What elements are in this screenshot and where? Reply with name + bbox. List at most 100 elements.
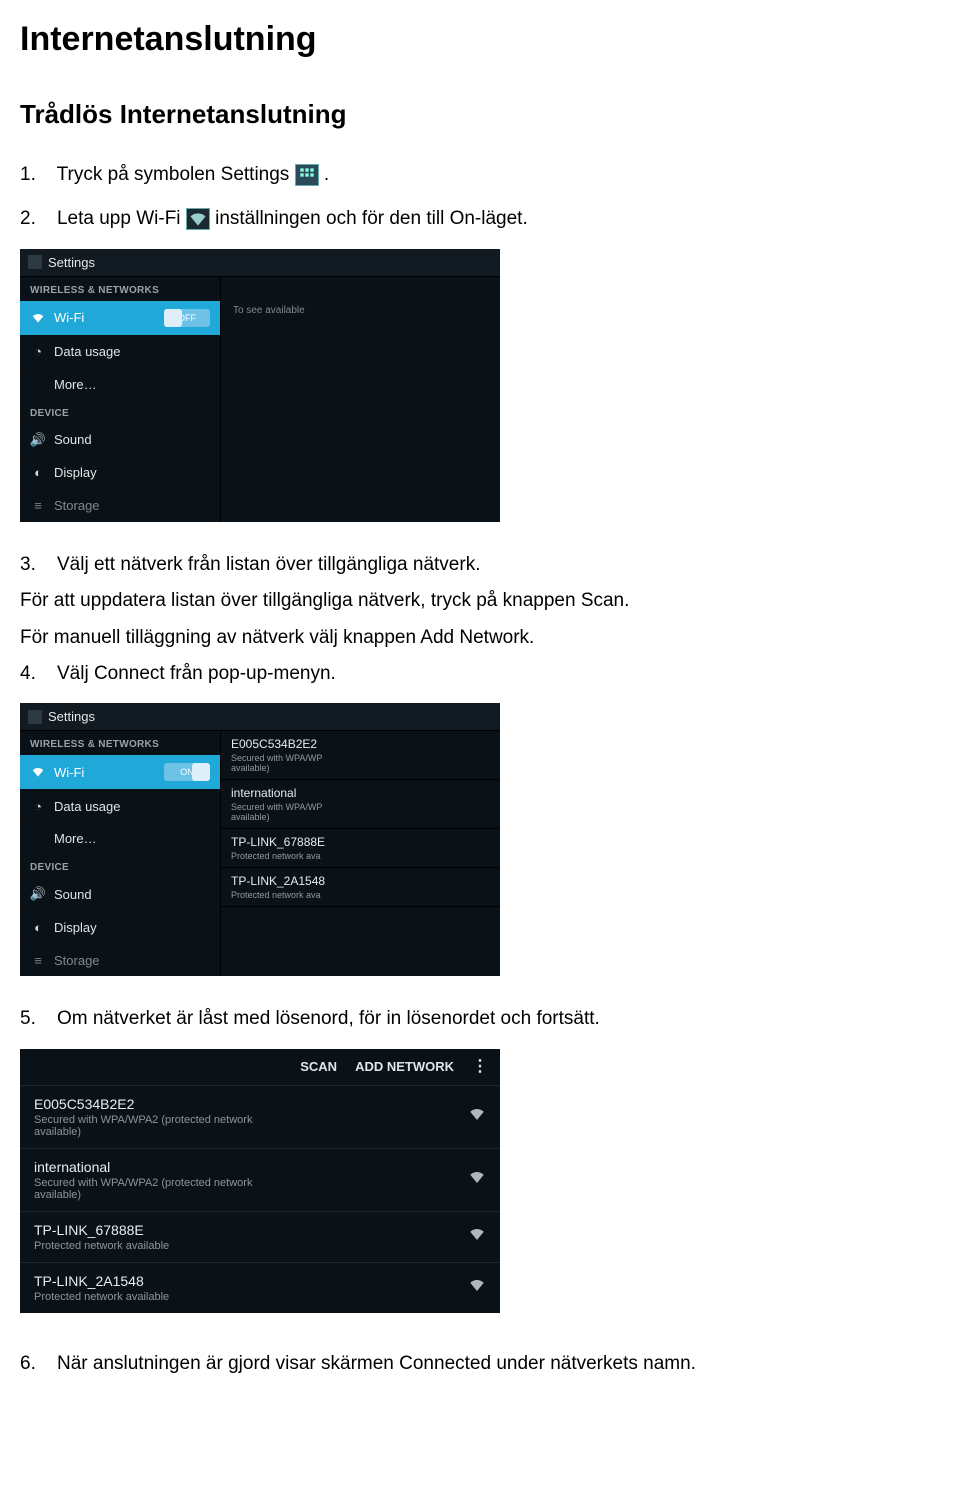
wifi-toggle[interactable]: OFF (164, 309, 210, 327)
settings-app-icon (28, 710, 42, 724)
step-5-text: Om nätverket är låst med lösenord, för i… (57, 1008, 600, 1029)
page-title: Internetanslutning (20, 20, 940, 59)
data-usage-label: Data usage (54, 344, 121, 359)
step-3-text: Välj ett nätverk från listan över tillgä… (57, 554, 481, 575)
settings-icon (295, 164, 319, 186)
step-2-text-a: Leta upp Wi-Fi (57, 208, 181, 229)
step-6: 6. När anslutningen är gjord visar skärm… (20, 1349, 940, 1379)
sound-label: Sound (54, 887, 92, 902)
data-usage-label: Data usage (54, 799, 121, 814)
overflow-menu-icon[interactable]: ⋮ (472, 1059, 488, 1075)
storage-row[interactable]: ≡ Storage (20, 943, 220, 976)
data-usage-row[interactable]: ◔ Data usage (20, 789, 220, 822)
display-label: Display (54, 465, 97, 480)
wifi-row[interactable]: Wi-Fi OFF (20, 300, 220, 335)
wireless-networks-header: WIRELESS & NETWORKS (20, 277, 220, 300)
network-item[interactable]: TP-LINK_67888E Protected network ava (221, 829, 500, 868)
data-usage-icon: ◔ (30, 798, 46, 814)
step-1-number: 1. (20, 164, 36, 185)
wifi-signal-icon (468, 1168, 486, 1191)
network-item[interactable]: TP-LINK_67888E Protected network availabl… (20, 1211, 500, 1262)
data-usage-row[interactable]: ◔ Data usage (20, 335, 220, 368)
more-label: More… (54, 831, 97, 846)
network-item[interactable]: international Secured with WPA/WPavailabl… (221, 780, 500, 829)
sound-row[interactable]: 🔊 Sound (20, 877, 220, 910)
step-5: 5. Om nätverket är låst med lösenord, fö… (20, 1004, 940, 1034)
network-name: international (34, 1159, 252, 1175)
add-network-button[interactable]: ADD NETWORK (355, 1059, 454, 1075)
network-name: E005C534B2E2 (231, 737, 490, 751)
storage-icon: ≡ (30, 498, 46, 514)
sound-icon: 🔊 (30, 432, 46, 448)
step-4-text: Välj Connect från pop-up-menyn. (57, 663, 336, 684)
settings-app-icon (28, 255, 42, 269)
step-6-text: När anslutningen är gjord visar skärmen … (57, 1353, 696, 1374)
display-icon: ◐ (30, 465, 46, 481)
step-1: 1. Tryck på symbolen Settings . (20, 160, 940, 190)
network-item[interactable]: TP-LINK_2A1548 Protected network availabl… (20, 1262, 500, 1313)
storage-icon: ≡ (30, 952, 46, 968)
more-label: More… (54, 377, 97, 392)
step-4-number: 4. (20, 663, 36, 684)
network-subtitle: Secured with WPA/WPA2 (protected network… (34, 1114, 252, 1138)
network-item[interactable]: E005C534B2E2 Secured with WPA/WPavailable… (221, 731, 500, 780)
wifi-icon (186, 208, 210, 230)
wifi-icon (30, 764, 46, 780)
wifi-signal-icon (468, 1276, 486, 1299)
step-3-extra-a: För att uppdatera listan över tillgängli… (20, 586, 940, 616)
step-1-text-a: Tryck på symbolen Settings (57, 164, 290, 185)
wifi-icon (30, 310, 46, 326)
display-row[interactable]: ◐ Display (20, 910, 220, 943)
data-usage-icon: ◔ (30, 344, 46, 360)
network-name: TP-LINK_2A1548 (231, 874, 490, 888)
settings-header: Settings (20, 703, 500, 731)
network-name: TP-LINK_67888E (34, 1222, 169, 1238)
scan-button[interactable]: SCAN (300, 1059, 337, 1075)
network-item[interactable]: TP-LINK_2A1548 Protected network ava (221, 868, 500, 907)
network-item[interactable]: E005C534B2E2 Secured with WPA/WPA2 (prote… (20, 1085, 500, 1148)
network-item[interactable]: international Secured with WPA/WPA2 (prot… (20, 1148, 500, 1211)
settings-header-label: Settings (48, 709, 95, 724)
network-subtitle: Secured with WPA/WPavailable) (231, 753, 490, 773)
settings-header: Settings (20, 249, 500, 277)
step-1-text-b: . (324, 164, 329, 185)
sound-icon: 🔊 (30, 886, 46, 902)
wifi-label: Wi-Fi (54, 310, 84, 325)
step-3-extra-b: För manuell tilläggning av nätverk välj … (20, 623, 940, 653)
step-2-text-b: inställningen och för den till On-läget. (215, 208, 528, 229)
wifi-signal-icon (468, 1105, 486, 1128)
step-3: 3. Välj ett nätverk från listan över til… (20, 550, 940, 580)
network-name: E005C534B2E2 (34, 1096, 252, 1112)
display-row[interactable]: ◐ Display (20, 456, 220, 489)
network-name: international (231, 786, 490, 800)
network-subtitle: Protected network available (34, 1240, 169, 1252)
wifi-signal-icon (468, 1225, 486, 1248)
network-subtitle: Secured with WPA/WPA2 (protected network… (34, 1177, 252, 1201)
network-name: TP-LINK_2A1548 (34, 1273, 169, 1289)
sound-row[interactable]: 🔊 Sound (20, 423, 220, 456)
screenshot-network-list: SCAN ADD NETWORK ⋮ E005C534B2E2 Secured w… (20, 1049, 500, 1313)
wifi-label: Wi-Fi (54, 765, 84, 780)
wifi-row[interactable]: Wi-Fi ON (20, 754, 220, 789)
display-label: Display (54, 920, 97, 935)
wifi-off-hint: To see available (221, 277, 500, 344)
network-subtitle: Secured with WPA/WPavailable) (231, 802, 490, 822)
step-3-number: 3. (20, 554, 36, 575)
network-subtitle: Protected network ava (231, 851, 490, 861)
display-icon: ◐ (30, 919, 46, 935)
device-header: DEVICE (20, 854, 220, 877)
more-row[interactable]: More… (20, 822, 220, 854)
more-row[interactable]: More… (20, 368, 220, 400)
network-subtitle: Protected network ava (231, 890, 490, 900)
screenshot-settings-on: Settings WIRELESS & NETWORKS Wi-Fi ON ◔ … (20, 703, 500, 976)
network-name: TP-LINK_67888E (231, 835, 490, 849)
step-2: 2. Leta upp Wi-Fi inställningen och för … (20, 204, 940, 234)
screenshot-settings-off: Settings WIRELESS & NETWORKS Wi-Fi OFF ◔… (20, 249, 500, 522)
sound-label: Sound (54, 432, 92, 447)
network-subtitle: Protected network available (34, 1291, 169, 1303)
storage-row[interactable]: ≡ Storage (20, 489, 220, 522)
wifi-toggle[interactable]: ON (164, 763, 210, 781)
step-6-number: 6. (20, 1353, 36, 1374)
wireless-networks-header: WIRELESS & NETWORKS (20, 731, 220, 754)
settings-header-label: Settings (48, 255, 95, 270)
